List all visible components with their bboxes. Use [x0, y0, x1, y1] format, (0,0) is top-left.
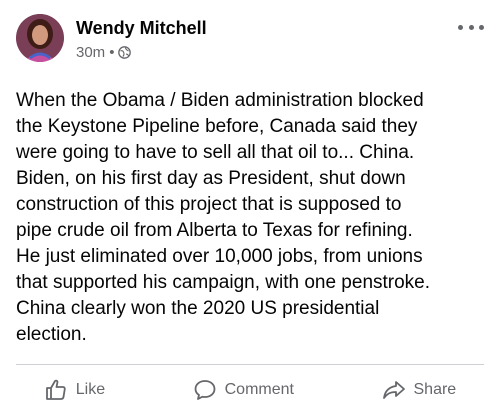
share-arrow-icon: [382, 381, 405, 399]
actions-divider: [16, 364, 484, 365]
more-dot: [468, 24, 474, 30]
more-dot: [479, 24, 484, 30]
post-meta: 30m •: [76, 44, 132, 61]
post-time[interactable]: 30m: [76, 44, 105, 61]
post-card: Wendy Mitchell 30m • When the Obama / Bi…: [0, 0, 500, 416]
share-button[interactable]: Share: [382, 378, 457, 402]
author-name[interactable]: Wendy Mitchell: [76, 18, 207, 39]
globe-icon[interactable]: [118, 46, 132, 59]
avatar[interactable]: [16, 14, 64, 62]
thumbs-up-icon: [45, 379, 66, 400]
avatar-image: [16, 14, 64, 62]
more-options-icon[interactable]: [458, 20, 484, 34]
share-label: Share: [413, 381, 457, 398]
post-header: Wendy Mitchell 30m •: [16, 14, 484, 66]
like-button[interactable]: Like: [44, 378, 105, 402]
comment-icon: [194, 380, 216, 400]
post-actions: Like Comment Share: [0, 370, 500, 410]
comment-label: Comment: [224, 381, 294, 398]
comment-button[interactable]: Comment: [193, 378, 294, 402]
meta-separator: •: [109, 44, 115, 61]
like-label: Like: [75, 381, 106, 398]
more-dot: [458, 24, 463, 30]
post-text: When the Obama / Biden administration bl…: [16, 90, 431, 345]
